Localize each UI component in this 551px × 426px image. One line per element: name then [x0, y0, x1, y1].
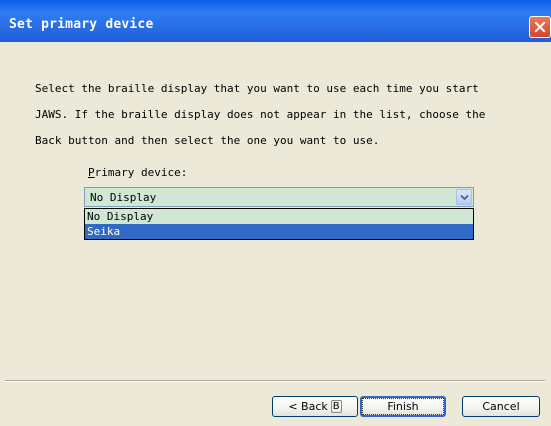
instructions-text: Select the braille display that you want…: [35, 69, 535, 160]
window-title: Set primary device: [9, 17, 154, 32]
dialog-content: Select the braille display that you want…: [0, 42, 551, 426]
primary-device-label-mnemonic: P: [88, 166, 95, 179]
chevron-down-icon: [459, 194, 469, 200]
finish-button-label: Finish: [387, 400, 419, 413]
cancel-button[interactable]: Cancel: [462, 396, 540, 417]
close-icon: [534, 21, 546, 33]
primary-device-selected-value: No Display: [90, 191, 157, 204]
set-primary-device-window: Set primary device Select the braille di…: [0, 0, 551, 426]
close-button[interactable]: [529, 16, 551, 38]
primary-device-label-text: rimary device:: [94, 166, 188, 179]
back-button-content: < Back B: [288, 400, 342, 413]
dropdown-arrow-button[interactable]: [456, 189, 472, 205]
finish-button-focus: Finish: [362, 398, 444, 415]
primary-device-label: Primary device:: [88, 166, 187, 179]
instructions-line: Back button and then select the one you …: [35, 134, 380, 147]
back-button[interactable]: < Back B: [272, 396, 358, 417]
primary-device-dropdown-list: No Display Seika: [84, 208, 474, 240]
finish-button[interactable]: Finish: [360, 396, 446, 417]
instructions-line: Select the braille display that you want…: [35, 82, 479, 95]
cancel-button-label: Cancel: [482, 400, 520, 413]
back-button-key: B: [330, 400, 342, 413]
back-button-label: < Back: [288, 400, 328, 413]
primary-device-combobox[interactable]: No Display: [84, 187, 474, 207]
list-item-seika[interactable]: Seika: [85, 224, 473, 239]
title-bar[interactable]: Set primary device: [0, 0, 551, 42]
list-item-no-display[interactable]: No Display: [85, 209, 473, 224]
instructions-line: JAWS. If the braille display does not ap…: [35, 108, 486, 121]
button-separator: [5, 380, 545, 382]
